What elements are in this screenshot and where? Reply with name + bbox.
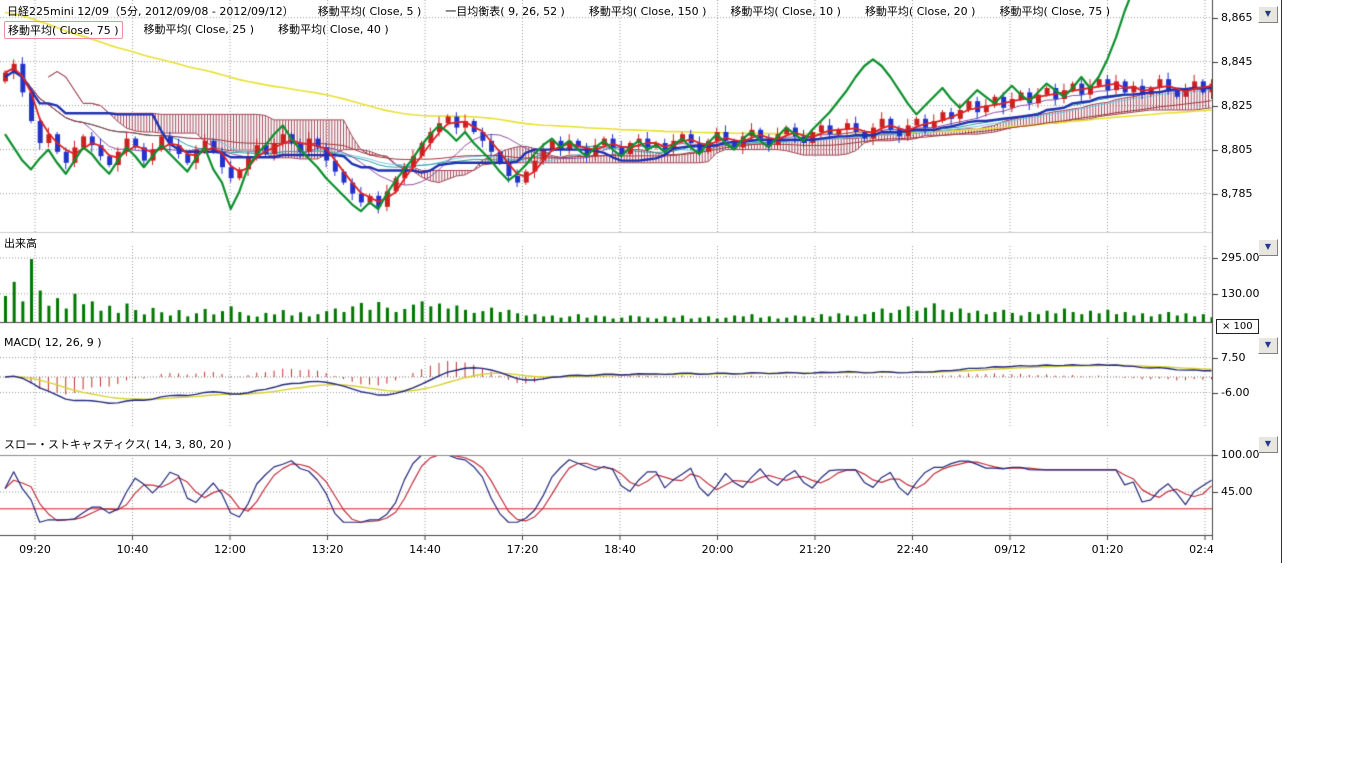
time-axis-label: 17:20 bbox=[507, 543, 539, 556]
indicator-legend-row-1: 日経225mini 12/09（5分, 2012/09/08 - 2012/09… bbox=[4, 3, 1113, 19]
chart-window: 日経225mini 12/09（5分, 2012/09/08 - 2012/09… bbox=[0, 0, 1366, 768]
macd-panel-label: MACD( 12, 26, 9 ) bbox=[4, 336, 102, 349]
chevron-down-icon: ▼ bbox=[1265, 439, 1271, 448]
stoch-panel-dropdown-button[interactable]: ▼ bbox=[1258, 436, 1278, 453]
time-axis-label: 13:20 bbox=[312, 543, 344, 556]
time-axis-label: 14:40 bbox=[409, 543, 441, 556]
time-axis-label: 22:40 bbox=[897, 543, 929, 556]
macd-panel-dropdown-button[interactable]: ▼ bbox=[1258, 337, 1278, 354]
scale-multiplier-badge: × 100 bbox=[1216, 319, 1259, 334]
price-axis-label: 8,865 bbox=[1221, 11, 1253, 24]
chevron-down-icon: ▼ bbox=[1265, 242, 1271, 251]
legend-ma5[interactable]: 移動平均( Close, 5 ) bbox=[315, 3, 425, 19]
macd-axis-label: -6.00 bbox=[1221, 386, 1249, 399]
volume-axis-label: 130.00 bbox=[1221, 287, 1260, 300]
time-axis: 09:20 10:40 12:00 13:20 14:40 17:20 18:40 20:00… bbox=[0, 543, 1213, 558]
time-axis-label: 10:40 bbox=[117, 543, 149, 556]
time-axis-label: 20:00 bbox=[702, 543, 734, 556]
time-axis-label: 09:20 bbox=[19, 543, 51, 556]
time-axis-label: 09/12 bbox=[994, 543, 1026, 556]
legend-ma10[interactable]: 移動平均( Close, 10 ) bbox=[727, 3, 844, 19]
time-axis-label: 02:40 bbox=[1189, 543, 1213, 556]
stoch-panel-label: スロー・ストキャスティクス( 14, 3, 80, 20 ) bbox=[4, 436, 232, 452]
legend-ma75[interactable]: 移動平均( Close, 75 ) bbox=[996, 3, 1113, 19]
macd-axis-label: 7.50 bbox=[1221, 351, 1246, 364]
price-axis-label: 8,845 bbox=[1221, 55, 1253, 68]
volume-panel-dropdown-button[interactable]: ▼ bbox=[1258, 239, 1278, 256]
time-axis-label: 18:40 bbox=[604, 543, 636, 556]
panel-separator-line bbox=[1281, 0, 1282, 563]
price-axis-label: 8,825 bbox=[1221, 99, 1253, 112]
legend-ma40[interactable]: 移動平均( Close, 40 ) bbox=[275, 21, 392, 39]
chevron-down-icon: ▼ bbox=[1265, 340, 1271, 349]
time-axis-label: 12:00 bbox=[214, 543, 246, 556]
legend-ma20[interactable]: 移動平均( Close, 20 ) bbox=[862, 3, 979, 19]
stoch-axis-label: 45.00 bbox=[1221, 485, 1253, 498]
legend-ma75-selected[interactable]: 移動平均( Close, 75 ) bbox=[4, 21, 123, 39]
price-axis-label: 8,805 bbox=[1221, 143, 1253, 156]
stoch-axis-label: 100.00 bbox=[1221, 448, 1260, 461]
time-axis-label: 01:20 bbox=[1092, 543, 1124, 556]
chart-title: 日経225mini 12/09（5分, 2012/09/08 - 2012/09… bbox=[4, 3, 297, 19]
price-axis-label: 8,785 bbox=[1221, 187, 1253, 200]
time-axis-label: 21:20 bbox=[799, 543, 831, 556]
volume-panel-label: 出来高 bbox=[4, 235, 37, 251]
price-panel-dropdown-button[interactable]: ▼ bbox=[1258, 6, 1278, 23]
volume-axis-label: 295.00 bbox=[1221, 251, 1260, 264]
legend-ma25[interactable]: 移動平均( Close, 25 ) bbox=[141, 21, 258, 39]
legend-ma150[interactable]: 移動平均( Close, 150 ) bbox=[586, 3, 710, 19]
legend-ichimoku[interactable]: 一目均衡表( 9, 26, 52 ) bbox=[442, 3, 568, 19]
chevron-down-icon: ▼ bbox=[1265, 9, 1271, 18]
indicator-legend-row-2: 移動平均( Close, 75 ) 移動平均( Close, 25 ) 移動平均… bbox=[4, 21, 392, 39]
chart-canvas[interactable] bbox=[0, 0, 1222, 540]
